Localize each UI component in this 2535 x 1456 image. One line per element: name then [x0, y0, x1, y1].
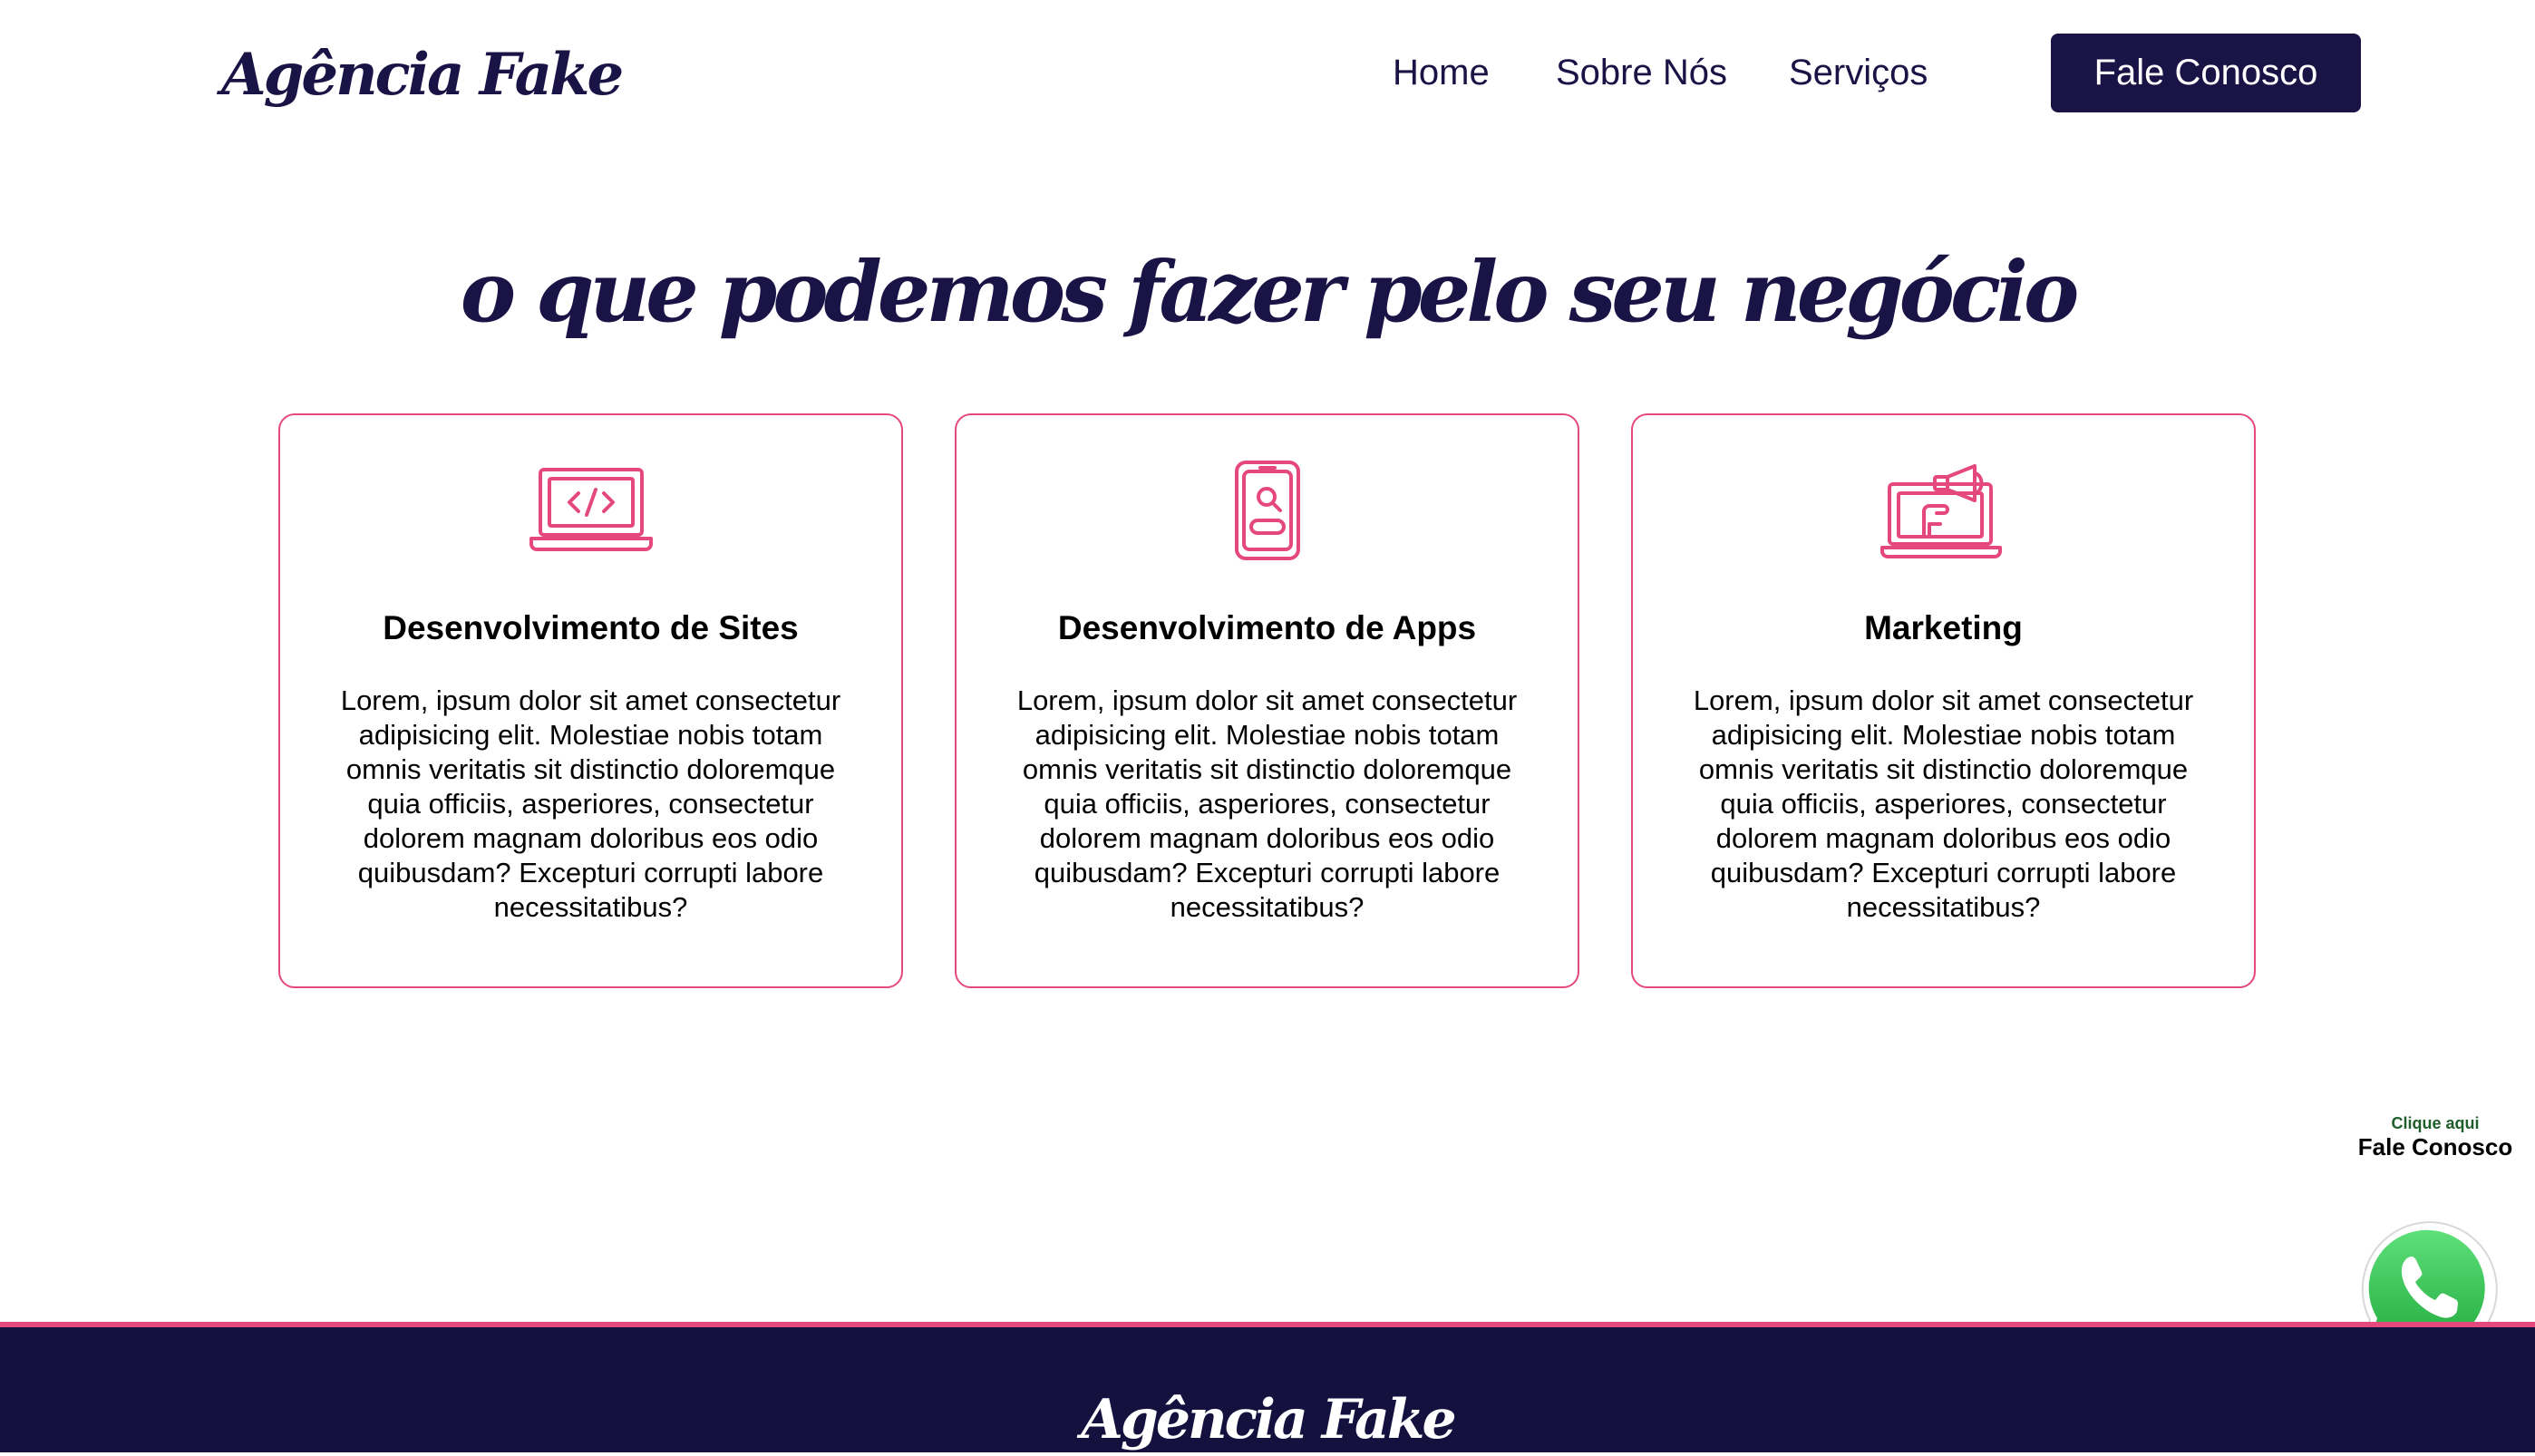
nav-link-home[interactable]: Home	[1393, 45, 1490, 100]
contact-button[interactable]: Fale Conosco	[2051, 34, 2361, 112]
nav-link-sobre-nos[interactable]: Sobre Nós	[1556, 45, 1727, 100]
whatsapp-label[interactable]: Clique aqui Fale Conosco	[2336, 1113, 2535, 1160]
whatsapp-main-label: Fale Conosco	[2357, 1133, 2513, 1160]
section-title: o que podemos fazer pelo seu negócio	[460, 242, 2080, 341]
brand-logo[interactable]: Agência Fake	[221, 34, 624, 116]
nav-link-servicos[interactable]: Serviços	[1789, 45, 1928, 100]
service-description: Lorem, ipsum dolor sit amet consectetur …	[1016, 684, 1518, 923]
laptop-megaphone-icon	[1633, 461, 2254, 560]
footer-logo: Agência Fake	[1081, 1388, 1456, 1451]
laptop-code-icon	[280, 461, 901, 560]
smartphone-search-icon	[957, 461, 1578, 560]
service-title: Desenvolvimento de Apps	[1057, 609, 1477, 646]
service-card-marketing: Marketing Lorem, ipsum dolor sit amet co…	[1631, 413, 2256, 988]
service-description: Lorem, ipsum dolor sit amet consectetur …	[340, 684, 841, 923]
service-card-apps: Desenvolvimento de Apps Lorem, ipsum dol…	[955, 413, 1579, 988]
site-header: Agência Fake Home Sobre Nós Serviços Fal…	[0, 0, 2535, 145]
site-footer: Agência Fake	[0, 1322, 2535, 1452]
service-description: Lorem, ipsum dolor sit amet consectetur …	[1693, 684, 2194, 923]
service-title: Desenvolvimento de Sites	[383, 609, 799, 646]
service-title: Marketing	[1864, 609, 2023, 646]
service-card-sites: Desenvolvimento de Sites Lorem, ipsum do…	[278, 413, 903, 988]
whatsapp-small-label: Clique aqui	[2391, 1114, 2480, 1132]
